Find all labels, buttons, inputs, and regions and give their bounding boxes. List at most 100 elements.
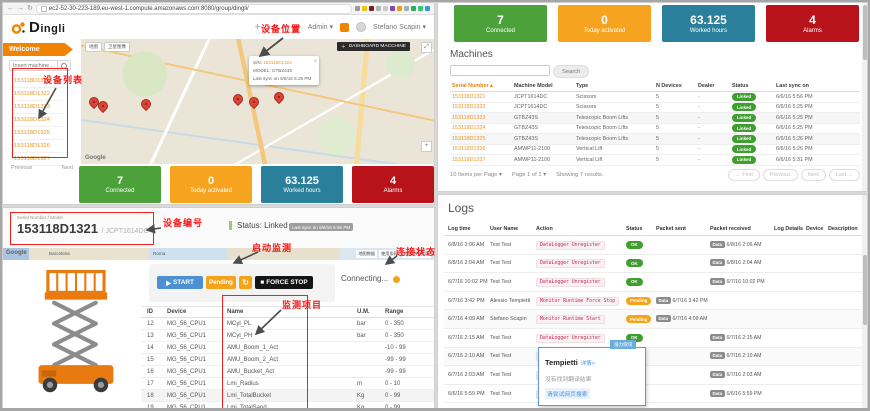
sidebar-machine-link[interactable]: 153118D1326 [11, 140, 63, 153]
stat-card[interactable]: 0Today activated [170, 166, 252, 203]
cell-serial-link[interactable]: 153118D1322 [452, 104, 514, 110]
next-page-button[interactable]: Next [801, 169, 826, 181]
browser-extension-icons[interactable] [355, 6, 430, 11]
browser-back-icon[interactable]: ← [7, 5, 14, 12]
refresh-button[interactable]: ↻ [239, 276, 252, 289]
stat-card[interactable]: 63.125Worked hours [261, 166, 343, 203]
cell-type: Scissors [576, 94, 656, 100]
translate-tab[interactable]: 强力取词 [610, 340, 636, 349]
map-marker-icon[interactable] [231, 92, 245, 106]
cell: 0 - 10 [385, 381, 435, 387]
previous-link[interactable]: Previous [11, 165, 32, 171]
table-row: 6/7/16 2:10 AMTest TestDataLogger Unregi… [444, 348, 862, 367]
web-search-link[interactable]: 请尝试网页搜索 [545, 388, 590, 399]
google-map[interactable]: 地图 卫星图像 ＋ DASHBOARD MACCHINE ⤢ + × S/N: … [81, 39, 435, 164]
cell-serial-link[interactable]: 153118D1324 [452, 125, 514, 131]
cell: 0 - 99 [385, 405, 435, 410]
notification-badge[interactable] [340, 23, 349, 32]
details-link[interactable]: 详情> [581, 361, 595, 367]
map-marker-icon[interactable] [139, 97, 153, 111]
stat-card[interactable]: 63.125Worked hours [662, 5, 755, 42]
table-row: 12MG_56_CPU1MCyl_PLbar0 - 350 [141, 318, 435, 330]
cell-packet-sent: Data6/7/16 3:42 PM [656, 298, 710, 304]
cell-last-sync: 6/6/16 5:25 PM [776, 104, 856, 110]
cell: bar [357, 321, 385, 327]
machines-search-input[interactable] [450, 65, 550, 76]
previous-page-button[interactable]: Previous [763, 169, 798, 181]
welcome-banner: Welcome [3, 43, 73, 56]
stat-card[interactable]: 0Today activated [558, 5, 651, 42]
column-header[interactable]: Serial Number ▴ [452, 83, 514, 89]
machines-table: Serial Number ▴Machine ModelTypeN Device… [450, 81, 860, 166]
status-badge: OK [626, 278, 643, 286]
map-strip[interactable]: Google Barcelona Roma 地图数据 使用条款 报告地图错误 [3, 248, 434, 260]
fullscreen-icon[interactable]: ⤢ [421, 42, 432, 53]
quadrant-map-dashboard: ← → ↻ ec2-52-30-223-189.eu-west-1.comput… [2, 2, 435, 205]
scrollbar-thumb[interactable] [863, 5, 867, 60]
brand-name: Dingli [29, 19, 65, 36]
page-select[interactable]: Page 1 of 1 ▾ [512, 172, 546, 178]
table-row: 6/7/16 10:02 PMTest TestDataLogger Unreg… [444, 273, 862, 292]
cell-type: Vertical Lift [576, 157, 656, 163]
cell: 16 [147, 369, 167, 375]
map-marker-icon[interactable] [272, 90, 286, 104]
stat-card[interactable]: 4Alarms [352, 166, 434, 203]
close-icon[interactable]: × [313, 57, 317, 67]
cell-serial-link[interactable]: 153118D1326 [452, 146, 514, 152]
items-per-page-select[interactable]: 10 Items per Page ▾ [450, 172, 502, 178]
stat-card[interactable]: 7Connected [79, 166, 161, 203]
map-type-button[interactable]: 地图 [85, 42, 102, 52]
map-marker-icon[interactable] [247, 95, 261, 109]
start-button[interactable]: ▶START [157, 276, 203, 289]
next-link[interactable]: Next [62, 165, 73, 171]
scissor-lift-image [7, 264, 147, 406]
table-row: 153118D1326AMWP11-2100Vertical Lift5-Lin… [450, 145, 860, 156]
table-row: 153118D1323GTBZ43STelescopic Boom Lifts5… [450, 113, 860, 124]
data-badge: Data [710, 371, 725, 378]
stat-value: 4 [390, 175, 396, 188]
scrollbar[interactable] [862, 3, 867, 191]
cell: MG_56_CPU1 [167, 381, 227, 387]
browser-forward-icon[interactable]: → [17, 5, 24, 12]
cell-dealer: - [698, 136, 732, 142]
cell-type: Telescopic Boom Lifts [576, 115, 656, 121]
cell-serial-link[interactable]: 153118D1327 [452, 157, 514, 163]
table-row: 13MG_56_CPU1MCyl_PHbar0 - 350 [141, 330, 435, 342]
quadrant-machine-detail: Serial Number / Model 153118D1321 / JCPT… [2, 207, 435, 409]
search-button[interactable]: Search [553, 65, 589, 78]
machine-search-input[interactable] [9, 60, 58, 71]
stat-label: Alarms [803, 28, 822, 34]
zoom-in-icon[interactable]: + [421, 141, 432, 152]
sidebar-machine-link[interactable]: 153118D1325 [11, 127, 63, 140]
column-header: Machine Model [514, 83, 576, 89]
first-page-button[interactable]: ← First [728, 169, 759, 181]
cell-serial-link[interactable]: 153118D1321 [452, 94, 514, 100]
stat-card[interactable]: 7Connected [454, 5, 547, 42]
sidebar-machine-link[interactable]: 153118D1323 [11, 101, 63, 114]
data-badge: Data [656, 297, 671, 304]
address-bar[interactable]: ec2-52-30-223-189.eu-west-1.compute.amaz… [36, 4, 352, 14]
cell-serial-link[interactable]: 153118D1323 [452, 115, 514, 121]
packet-time: 6/7/16 2:15 AM [727, 335, 762, 341]
cell-status: Linked [732, 93, 776, 101]
admin-menu[interactable]: Admin ▾ [308, 23, 333, 31]
user-menu[interactable]: Stefano Scapin ▾ [373, 23, 426, 31]
sidebar-machine-link[interactable]: 153118D1322 [11, 88, 63, 101]
sidebar-machine-link[interactable]: 153118D1324 [11, 114, 63, 127]
popup-serial-link[interactable]: 153118D1324 [263, 60, 292, 65]
column-header: Status [732, 83, 776, 89]
cell-last-sync: 6/6/16 5:56 PM [776, 94, 856, 100]
satellite-type-button[interactable]: 卫星图像 [104, 42, 130, 52]
dashboard-macchine-control[interactable]: ＋ DASHBOARD MACCHINE [337, 42, 410, 51]
last-page-button[interactable]: Last → [829, 169, 860, 181]
search-button[interactable] [58, 60, 71, 71]
annotation-device-serial: 设备编号 [163, 216, 203, 229]
cell: bar [357, 333, 385, 339]
force-stop-button[interactable]: ■FORCE STOP [255, 276, 313, 289]
scrollbar-thumb[interactable] [863, 255, 867, 325]
scrollbar[interactable] [862, 195, 867, 408]
cell-user-name: Test Test [490, 260, 536, 266]
stat-card[interactable]: 4Alarms [766, 5, 859, 42]
cell-serial-link[interactable]: 153118D1325 [452, 136, 514, 142]
browser-refresh-icon[interactable]: ↻ [27, 5, 33, 12]
